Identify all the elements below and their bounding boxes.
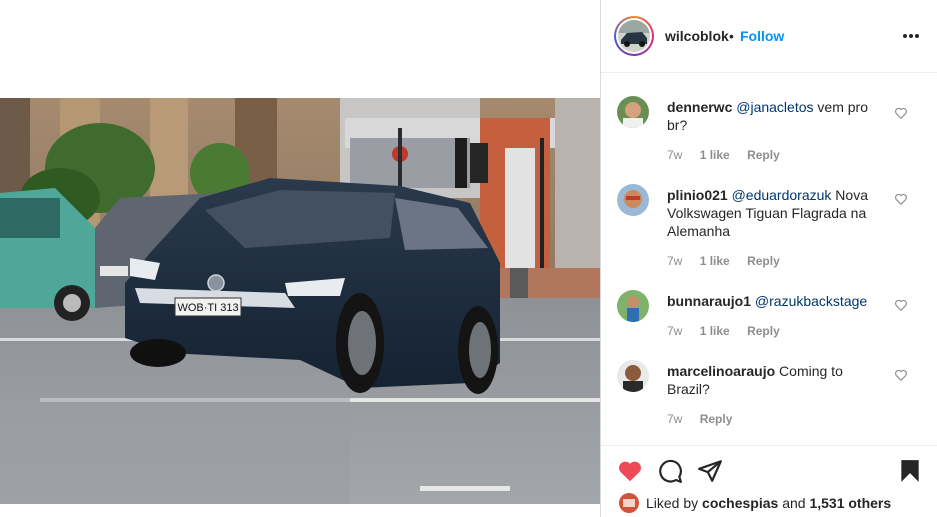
avatar[interactable] [617, 96, 649, 128]
comment-username[interactable]: bunnaraujo1 [667, 293, 751, 309]
likes-prefix: Liked by [646, 495, 699, 511]
avatar[interactable] [618, 20, 650, 52]
header-separator: • [729, 28, 734, 44]
comment-text: plinio021 @eduardorazuk Nova Volkswagen … [667, 186, 887, 240]
comment-bubble-icon[interactable] [657, 458, 683, 484]
comment-mention[interactable]: @janacletos [736, 99, 813, 115]
comment-age: 7w [667, 148, 683, 162]
post-sidebar: wilcoblok • Follow dennerwc @janacletos … [600, 0, 937, 517]
reply-button[interactable]: Reply [747, 148, 780, 162]
post-actions: Liked by cochespias and 1,531 others [601, 445, 937, 517]
comment-likes[interactable]: 1 like [700, 254, 730, 268]
heart-outline-icon[interactable] [894, 298, 908, 312]
comment-username[interactable]: dennerwc [667, 99, 732, 115]
reply-button[interactable]: Reply [700, 412, 733, 426]
comment-meta: 7w Reply [667, 412, 746, 426]
heart-outline-icon[interactable] [894, 106, 908, 120]
paper-plane-icon[interactable] [697, 458, 723, 484]
likes-summary: Liked by cochespias and 1,531 others [619, 493, 929, 515]
likes-text: Liked by cochespias and 1,531 others [646, 495, 891, 511]
comment-meta: 7w 1 like Reply [667, 148, 794, 162]
comment-list[interactable]: dennerwc @janacletos vem pro br? 7w 1 li… [601, 74, 937, 444]
heart-outline-icon[interactable] [894, 192, 908, 206]
avatar[interactable] [617, 360, 649, 392]
comment-age: 7w [667, 324, 683, 338]
avatar[interactable] [617, 290, 649, 322]
comment-age: 7w [667, 412, 683, 426]
comment-meta: 7w 1 like Reply [667, 254, 794, 268]
comment-likes[interactable]: 1 like [700, 324, 730, 338]
license-plate: WOB·TI 313 [177, 302, 238, 314]
comment-text: marcelinoaraujo Coming to Brazil? [667, 362, 887, 398]
comment-text: bunnaraujo1 @razukbackstage [667, 292, 887, 310]
comment-username[interactable]: plinio021 [667, 187, 728, 203]
comment-text: dennerwc @janacletos vem pro br? [667, 98, 887, 134]
comment-mention[interactable]: @razukbackstage [755, 293, 867, 309]
heart-outline-icon[interactable] [894, 368, 908, 382]
post-photo[interactable]: WOB·TI 313 [0, 98, 600, 504]
avatar[interactable] [619, 493, 639, 513]
story-ring[interactable] [614, 16, 654, 56]
follow-button[interactable]: Follow [740, 28, 784, 44]
reply-button[interactable]: Reply [747, 254, 780, 268]
bookmark-filled-icon[interactable] [897, 458, 923, 484]
comment-mention[interactable]: @eduardorazuk [732, 187, 832, 203]
comment-likes[interactable]: 1 like [700, 148, 730, 162]
comment-age: 7w [667, 254, 683, 268]
likes-user[interactable]: cochespias [702, 495, 778, 511]
comment-username[interactable]: marcelinoaraujo [667, 363, 775, 379]
reply-button[interactable]: Reply [747, 324, 780, 338]
likes-and: and [782, 495, 806, 511]
heart-filled-icon[interactable] [617, 458, 643, 484]
likes-others[interactable]: 1,531 others [809, 495, 891, 511]
avatar[interactable] [617, 184, 649, 216]
post-header: wilcoblok • Follow [601, 0, 937, 73]
comment-meta: 7w 1 like Reply [667, 324, 794, 338]
more-options-icon[interactable] [903, 30, 919, 42]
post-media[interactable]: WOB·TI 313 [0, 0, 600, 517]
header-username[interactable]: wilcoblok [665, 28, 729, 44]
